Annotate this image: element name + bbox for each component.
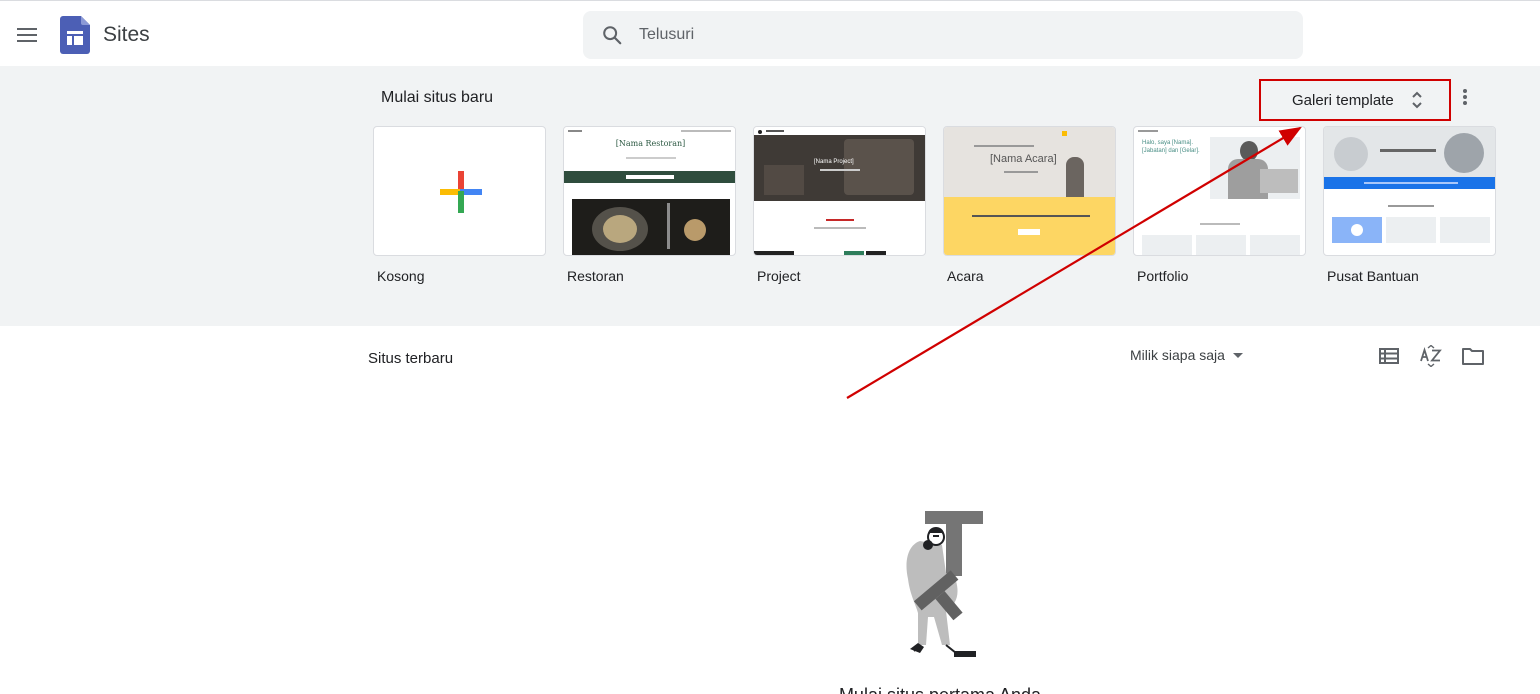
empty-state-illustration xyxy=(880,505,990,670)
thumb-banner xyxy=(564,171,735,183)
template-thumbnail[interactable] xyxy=(1323,126,1496,256)
gallery-title: Mulai situs baru xyxy=(381,89,494,106)
list-view-icon xyxy=(1379,348,1399,364)
list-view-button[interactable] xyxy=(1377,344,1401,368)
colorful-plus-icon xyxy=(440,171,482,213)
unfold-more-icon xyxy=(1412,91,1422,109)
template-label: Project xyxy=(757,268,801,284)
food-photo xyxy=(572,199,730,255)
gallery-toggle-label: Galeri template xyxy=(1292,91,1394,109)
file-picker-button[interactable] xyxy=(1461,344,1485,368)
sort-by-alpha-icon xyxy=(1420,345,1442,367)
template-thumbnail[interactable]: Halo, saya [Nama]. [Jabatan] dan [Gelar]… xyxy=(1133,126,1306,256)
more-options-button[interactable] xyxy=(1454,85,1476,109)
search-icon[interactable] xyxy=(601,24,623,46)
app-title[interactable]: Sites xyxy=(103,23,150,47)
template-card-portfolio[interactable]: Halo, saya [Nama]. [Jabatan] dan [Gelar]… xyxy=(1133,126,1306,284)
template-thumbnail[interactable]: [Nama Restoran] xyxy=(563,126,736,256)
thumb-heading: Halo, saya [Nama]. [Jabatan] dan [Gelar]… xyxy=(1142,140,1200,154)
template-gallery-toggle-button[interactable]: Galeri template xyxy=(1259,79,1451,121)
thumb-blue-band xyxy=(1324,177,1495,189)
sort-button[interactable] xyxy=(1419,344,1443,368)
more-vert-icon xyxy=(1463,89,1467,105)
template-label: Kosong xyxy=(377,268,425,284)
template-label: Portfolio xyxy=(1137,268,1189,284)
template-card-event[interactable]: [Nama Acara] Acara xyxy=(943,126,1116,284)
thumb-header: [Nama Restoran] xyxy=(564,127,735,171)
template-label: Pusat Bantuan xyxy=(1327,268,1419,284)
template-card-help-center[interactable]: Pusat Bantuan xyxy=(1323,126,1496,284)
main-menu-button[interactable] xyxy=(12,20,42,50)
template-gallery: Mulai situs baru Galeri template Kosong xyxy=(0,66,1540,326)
template-thumbnail[interactable]: [Nama Acara] xyxy=(943,126,1116,256)
template-label: Acara xyxy=(947,268,984,284)
search-input[interactable] xyxy=(639,11,1279,59)
template-card-blank[interactable]: Kosong xyxy=(373,126,546,284)
template-label: Restoran xyxy=(567,268,624,284)
thumb-hero-photo: [Nama Acara] xyxy=(944,127,1115,197)
thumb-person-photo xyxy=(1210,137,1300,199)
template-card-project[interactable]: [Nama Project] Project xyxy=(753,126,926,284)
dropdown-arrow-icon xyxy=(1232,352,1243,358)
empty-state-text: Mulai situs pertama Anda xyxy=(770,685,1110,694)
recent-sites-title: Situs terbaru xyxy=(368,350,454,367)
thumb-heading: [Nama Restoran] xyxy=(615,139,686,148)
top-app-bar: Sites xyxy=(0,0,1540,66)
thumb-heading: [Nama Project] xyxy=(814,159,854,165)
sites-logo-icon[interactable] xyxy=(60,16,90,59)
template-thumbnail[interactable]: [Nama Project] xyxy=(753,126,926,256)
template-thumbnail[interactable] xyxy=(373,126,546,256)
template-card-restaurant[interactable]: [Nama Restoran] Restoran xyxy=(563,126,736,284)
owner-filter-label: Milik siapa saja xyxy=(1130,347,1225,363)
hamburger-menu-icon xyxy=(17,28,37,42)
thumb-yellow-band xyxy=(944,197,1115,255)
owner-filter-dropdown[interactable]: Milik siapa saja xyxy=(1130,347,1243,363)
thumb-hero-photo: [Nama Project] xyxy=(754,135,925,201)
folder-icon xyxy=(1462,348,1484,365)
thumb-hero-photo xyxy=(1324,127,1495,177)
search-bar[interactable] xyxy=(583,11,1303,59)
thumb-heading: [Nama Acara] xyxy=(990,153,1057,165)
